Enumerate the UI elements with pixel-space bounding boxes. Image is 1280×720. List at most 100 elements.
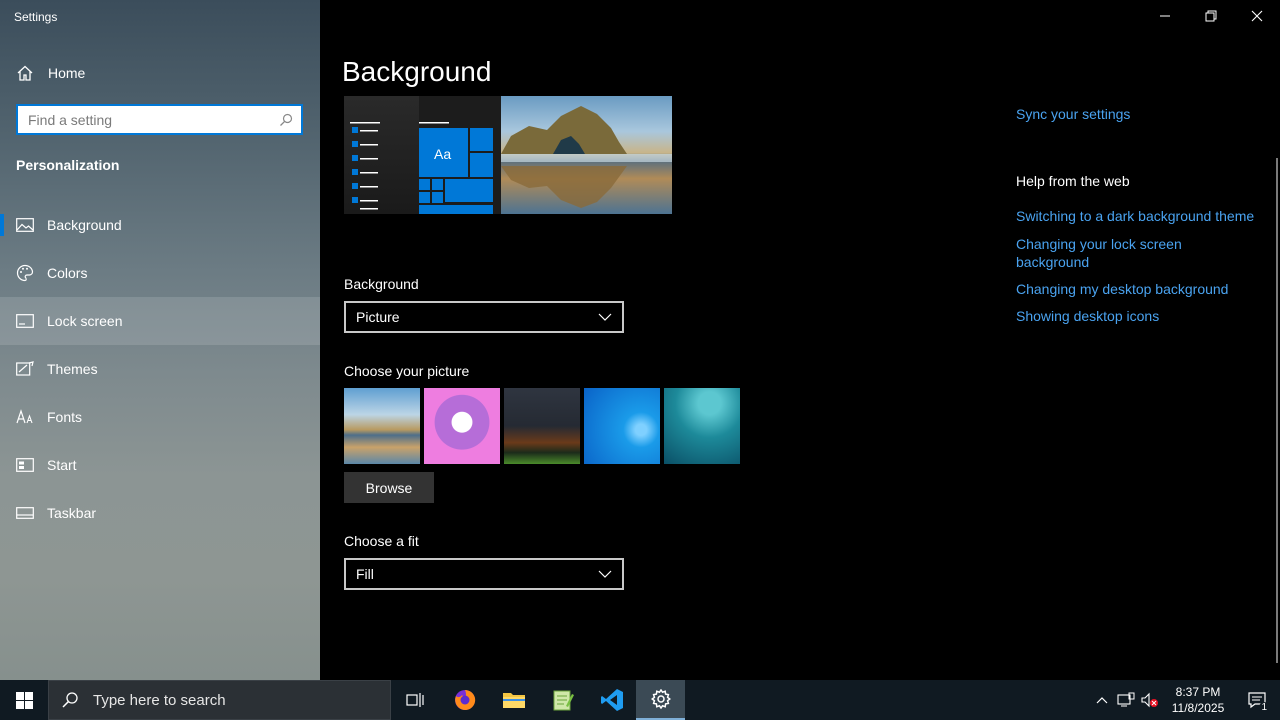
firefox-button[interactable] xyxy=(440,680,489,720)
preview-wallpaper xyxy=(501,96,672,214)
section-title: Personalization xyxy=(16,157,120,173)
action-center-button[interactable]: 1 xyxy=(1234,680,1280,720)
page-title: Background xyxy=(342,56,492,87)
choose-picture-label: Choose your picture xyxy=(344,363,470,379)
sidebar-item-taskbar[interactable]: Taskbar xyxy=(0,489,320,537)
settings-taskbar-button[interactable] xyxy=(636,680,685,720)
chevron-down-icon xyxy=(598,570,612,578)
restore-button[interactable] xyxy=(1188,0,1234,32)
volume-button[interactable] xyxy=(1138,692,1162,708)
background-dropdown[interactable]: Picture xyxy=(344,301,624,333)
themes-icon xyxy=(16,360,34,378)
sidebar-item-label: Lock screen xyxy=(47,313,123,329)
sidebar-item-label: Colors xyxy=(47,265,88,281)
clock-time: 8:37 PM xyxy=(1175,685,1221,699)
picture-thumbnail-beach[interactable] xyxy=(344,388,420,464)
task-view-icon xyxy=(405,693,424,707)
rock-arch-image xyxy=(501,106,672,208)
help-link-desktop-icons[interactable]: Showing desktop icons xyxy=(1016,308,1159,324)
show-hidden-icons-button[interactable] xyxy=(1090,696,1114,704)
sidebar-item-label: Taskbar xyxy=(47,505,97,521)
search-input[interactable] xyxy=(28,111,279,128)
picture-thumbnail-cartoon[interactable] xyxy=(424,388,500,464)
minimize-button[interactable] xyxy=(1142,0,1188,32)
network-button[interactable] xyxy=(1114,692,1138,708)
window-title: Settings xyxy=(14,10,58,24)
taskbar-icon xyxy=(16,504,34,522)
picture-thumbnails xyxy=(344,388,740,464)
notepad-plus-button[interactable] xyxy=(538,680,587,720)
start-button[interactable] xyxy=(0,680,48,720)
find-setting-search[interactable] xyxy=(16,104,303,135)
home-label: Home xyxy=(48,65,86,81)
home-button[interactable]: Home xyxy=(0,56,320,90)
lock-screen-icon xyxy=(16,312,34,330)
fit-label: Choose a fit xyxy=(344,533,419,549)
chevron-down-icon xyxy=(598,313,612,321)
search-icon xyxy=(62,692,78,708)
help-title: Help from the web xyxy=(1016,173,1130,189)
minimize-icon xyxy=(1160,15,1170,17)
file-explorer-button[interactable] xyxy=(489,680,538,720)
help-link-lock-screen[interactable]: Changing your lock screen xyxy=(1016,236,1182,252)
sidebar-item-lock-screen[interactable]: Lock screen xyxy=(0,297,320,345)
browse-button[interactable]: Browse xyxy=(344,472,434,503)
close-button[interactable] xyxy=(1234,0,1280,32)
sidebar-item-start[interactable]: Start xyxy=(0,441,320,489)
notepad-icon xyxy=(553,690,574,711)
fit-dropdown-value: Fill xyxy=(356,566,374,582)
preview-list-icon xyxy=(350,122,380,210)
preview-tiles: Aa xyxy=(419,96,501,214)
sidebar-item-label: Fonts xyxy=(47,409,83,425)
system-tray: 8:37 PM 11/8/2025 1 xyxy=(1090,680,1280,720)
restore-icon xyxy=(1205,10,1217,22)
background-dropdown-value: Picture xyxy=(356,309,400,325)
fonts-icon xyxy=(16,408,34,426)
taskbar: Type here to search 8:37 PM 11/8/2025 1 xyxy=(0,680,1280,720)
start-icon xyxy=(16,456,34,474)
network-icon xyxy=(1117,692,1135,707)
sidebar: Settings Home Personalization Background… xyxy=(0,0,320,680)
preview-tile-text: Aa xyxy=(434,146,452,162)
gear-icon xyxy=(650,689,671,709)
volume-muted-icon xyxy=(1141,692,1158,708)
clock-date: 11/8/2025 xyxy=(1171,701,1225,715)
picture-thumbnail-underwater[interactable] xyxy=(664,388,740,464)
scrollbar[interactable] xyxy=(1276,158,1278,663)
firefox-icon xyxy=(454,689,475,710)
notification-count-badge: 1 xyxy=(1259,702,1269,713)
vscode-icon xyxy=(600,689,623,711)
home-icon xyxy=(17,65,33,81)
help-link-dark-theme[interactable]: Switching to a dark background theme xyxy=(1016,208,1254,224)
help-link-lock-screen-cont[interactable]: background xyxy=(1016,254,1089,270)
folder-icon xyxy=(502,693,525,708)
clock[interactable]: 8:37 PM 11/8/2025 xyxy=(1162,684,1234,716)
background-label: Background xyxy=(344,276,419,292)
taskbar-search-placeholder: Type here to search xyxy=(93,691,226,709)
main-content: Background Aa Background Picture Choose … xyxy=(320,0,1280,680)
sync-settings-link[interactable]: Sync your settings xyxy=(1016,106,1130,122)
sidebar-item-themes[interactable]: Themes xyxy=(0,345,320,393)
close-icon xyxy=(1251,10,1263,22)
sidebar-item-label: Start xyxy=(47,457,77,473)
windows-logo-icon xyxy=(15,691,33,709)
search-icon xyxy=(280,113,293,126)
picture-thumbnail-windows[interactable] xyxy=(584,388,660,464)
background-preview: Aa xyxy=(344,96,672,214)
nav-list: Background Colors Lock screen Themes Fon… xyxy=(0,201,320,537)
picture-thumbnail-night-sky[interactable] xyxy=(504,388,580,464)
picture-icon xyxy=(16,216,34,234)
fit-dropdown[interactable]: Fill xyxy=(344,558,624,590)
help-link-desktop-background[interactable]: Changing my desktop background xyxy=(1016,281,1228,297)
palette-icon xyxy=(16,264,34,282)
sidebar-item-background[interactable]: Background xyxy=(0,201,320,249)
vscode-button[interactable] xyxy=(587,680,636,720)
preview-start-list xyxy=(344,96,419,214)
sidebar-item-label: Background xyxy=(47,217,122,233)
task-view-button[interactable] xyxy=(391,680,440,720)
taskbar-search-box[interactable]: Type here to search xyxy=(48,680,391,720)
sidebar-item-fonts[interactable]: Fonts xyxy=(0,393,320,441)
sidebar-item-colors[interactable]: Colors xyxy=(0,249,320,297)
sidebar-item-label: Themes xyxy=(47,361,98,377)
chevron-up-icon xyxy=(1096,697,1108,704)
